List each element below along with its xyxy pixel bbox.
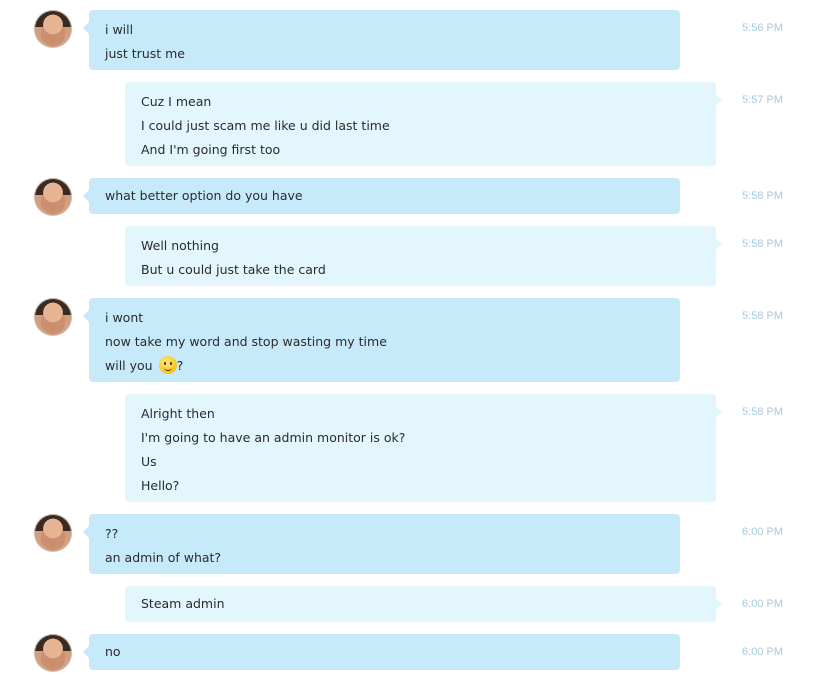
message-timestamp: 5:58 PM: [742, 190, 783, 202]
message-text: will you: [105, 358, 153, 373]
message-bubble[interactable]: no: [83, 634, 680, 670]
message-timestamp: 5:58 PM: [742, 238, 783, 250]
message-text: just trust me: [105, 46, 185, 61]
message-text: i will: [105, 22, 134, 37]
message-text: I could just scam me like u did last tim…: [141, 118, 390, 133]
message-bubble[interactable]: Cuz I mean I could just scam me like u d…: [125, 82, 722, 166]
message-timestamp: 5:58 PM: [742, 310, 783, 322]
message-text: Alright then: [141, 406, 215, 421]
message-text: now take my word and stop wasting my tim…: [105, 334, 387, 349]
message-text: And I'm going first too: [141, 142, 281, 157]
message-text: what better option do you have: [105, 188, 303, 203]
message-text: Us: [141, 454, 157, 469]
smiley-icon: [158, 356, 177, 374]
message-timestamp: 6:00 PM: [742, 526, 783, 538]
message-bubble[interactable]: Alright then I'm going to have an admin …: [125, 394, 722, 502]
message-text: Cuz I mean: [141, 94, 212, 109]
message-timestamp: 6:00 PM: [742, 598, 783, 610]
user-avatar-icon[interactable]: [34, 634, 72, 672]
message-text: no: [105, 644, 121, 659]
message-text: ?: [176, 358, 184, 373]
user-avatar-icon[interactable]: [34, 10, 72, 48]
message-bubble[interactable]: i wont now take my word and stop wasting…: [83, 298, 680, 382]
message-text: an admin of what?: [105, 550, 222, 565]
message-text-with-emoji: will you ?: [105, 354, 664, 378]
message-bubble[interactable]: i will just trust me: [83, 10, 680, 70]
message-bubble[interactable]: Well nothing But u could just take the c…: [125, 226, 722, 286]
message-text: Steam admin: [141, 596, 225, 611]
message-text: ??: [105, 526, 119, 541]
message-text: Hello?: [141, 478, 180, 493]
message-text: But u could just take the card: [141, 262, 326, 277]
message-timestamp: 5:58 PM: [742, 406, 783, 418]
user-avatar-icon[interactable]: [34, 298, 72, 336]
message-timestamp: 5:56 PM: [742, 22, 783, 34]
message-text: Well nothing: [141, 238, 219, 253]
message-text: I'm going to have an admin monitor is ok…: [141, 430, 406, 445]
message-bubble[interactable]: what better option do you have: [83, 178, 680, 214]
user-avatar-icon[interactable]: [34, 514, 72, 552]
message-timestamp: 5:57 PM: [742, 94, 783, 106]
message-timestamp: 6:00 PM: [742, 646, 783, 658]
message-bubble[interactable]: ?? an admin of what?: [83, 514, 680, 574]
user-avatar-icon[interactable]: [34, 178, 72, 216]
message-text: i wont: [105, 310, 144, 325]
message-bubble[interactable]: Steam admin: [125, 586, 722, 622]
